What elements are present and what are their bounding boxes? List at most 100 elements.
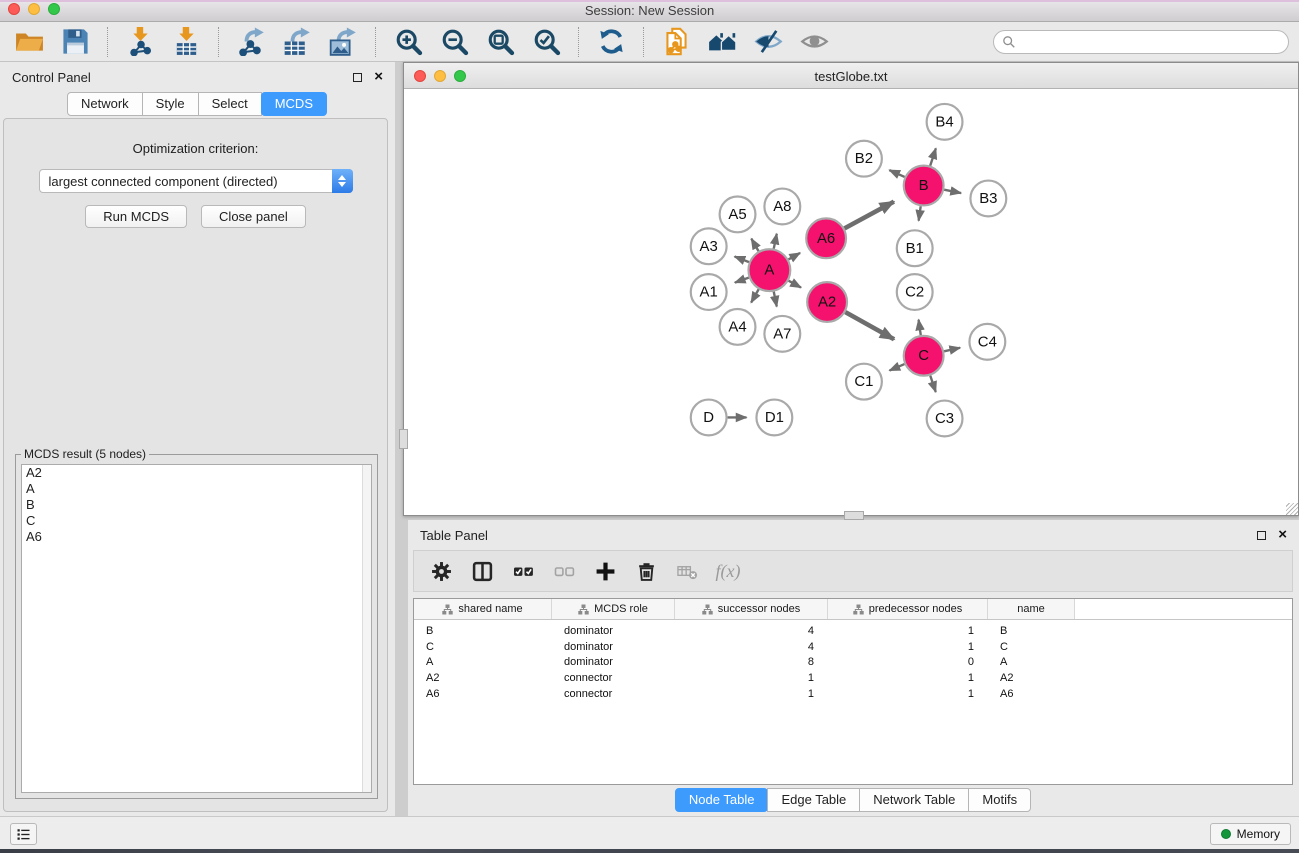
- edge-A-A2[interactable]: [789, 281, 801, 288]
- delete-table-button[interactable]: [675, 559, 699, 583]
- hide-graphics-details-button[interactable]: [751, 26, 785, 58]
- cell-successor-nodes[interactable]: 4: [675, 641, 828, 653]
- cell-predecessor-nodes[interactable]: 1: [828, 641, 988, 653]
- deselect-all-button[interactable]: [552, 559, 576, 583]
- column-header-mcds-role[interactable]: MCDS role: [552, 599, 675, 619]
- table-row[interactable]: A2connector11A2: [414, 670, 1292, 686]
- edge-C-C4[interactable]: [944, 348, 960, 352]
- edge-C-C1[interactable]: [890, 364, 905, 370]
- function-builder-button[interactable]: f(x): [716, 559, 740, 583]
- tab-edge-table[interactable]: Edge Table: [767, 788, 860, 812]
- left-splitter-grip[interactable]: [399, 429, 408, 449]
- cell-shared-name[interactable]: A: [414, 656, 552, 668]
- network-graph[interactable]: AA1A2A3A4A5A6A7A8BB1B2B3B4CC1C2C3C4DD1: [404, 90, 1298, 515]
- zoom-out-button[interactable]: [437, 26, 471, 58]
- cell-predecessor-nodes[interactable]: 1: [828, 672, 988, 684]
- zoom-fit-button[interactable]: [483, 26, 517, 58]
- export-table-button[interactable]: [280, 26, 314, 58]
- save-session-button[interactable]: [58, 26, 92, 58]
- task-history-button[interactable]: [10, 823, 37, 845]
- cell-name[interactable]: C: [988, 641, 1075, 653]
- close-panel-icon[interactable]: ×: [374, 72, 383, 82]
- edge-A-A5[interactable]: [751, 239, 758, 252]
- table-row[interactable]: Cdominator41C: [414, 639, 1292, 655]
- close-table-panel-icon[interactable]: ×: [1278, 530, 1287, 540]
- cell-successor-nodes[interactable]: 1: [675, 672, 828, 684]
- tab-motifs[interactable]: Motifs: [968, 788, 1031, 812]
- open-session-button[interactable]: [12, 26, 46, 58]
- column-header-successor-nodes[interactable]: successor nodes: [675, 599, 828, 619]
- edge-C-C3[interactable]: [930, 376, 935, 392]
- settings-button[interactable]: [429, 559, 453, 583]
- mcds-result-list[interactable]: A2ABCA6: [21, 464, 372, 793]
- table-row[interactable]: Bdominator41B: [414, 623, 1292, 639]
- select-stepper-icon[interactable]: [332, 169, 353, 193]
- edge-A-A4[interactable]: [751, 289, 758, 302]
- show-graphics-details-button[interactable]: [797, 26, 831, 58]
- table-row[interactable]: Adominator80A: [414, 654, 1292, 670]
- cell-mcds-role[interactable]: dominator: [552, 656, 675, 668]
- cell-name[interactable]: B: [988, 625, 1075, 637]
- cell-successor-nodes[interactable]: 4: [675, 625, 828, 637]
- cell-shared-name[interactable]: A6: [414, 688, 552, 700]
- apply-layout-button[interactable]: [594, 26, 628, 58]
- criterion-select[interactable]: largest connected component (directed): [39, 169, 353, 193]
- column-header-shared-name[interactable]: shared name: [414, 599, 552, 619]
- cell-predecessor-nodes[interactable]: 1: [828, 688, 988, 700]
- tab-select[interactable]: Select: [198, 92, 262, 116]
- add-row-button[interactable]: [593, 559, 617, 583]
- cell-shared-name[interactable]: A2: [414, 672, 552, 684]
- network-canvas[interactable]: AA1A2A3A4A5A6A7A8BB1B2B3B4CC1C2C3C4DD1: [404, 90, 1298, 515]
- cell-shared-name[interactable]: C: [414, 641, 552, 653]
- cell-mcds-role[interactable]: connector: [552, 672, 675, 684]
- tab-network-table[interactable]: Network Table: [859, 788, 969, 812]
- mcds-result-item[interactable]: C: [22, 513, 371, 529]
- tab-mcds[interactable]: MCDS: [261, 92, 327, 116]
- cell-successor-nodes[interactable]: 1: [675, 688, 828, 700]
- mcds-result-item[interactable]: A6: [22, 529, 371, 545]
- zoom-selected-button[interactable]: [529, 26, 563, 58]
- open-browser-button[interactable]: [705, 26, 739, 58]
- cell-mcds-role[interactable]: connector: [552, 688, 675, 700]
- mcds-result-item[interactable]: A2: [22, 465, 371, 481]
- column-header-predecessor-nodes[interactable]: predecessor nodes: [828, 599, 988, 619]
- memory-button[interactable]: Memory: [1210, 823, 1291, 845]
- edge-A6-B[interactable]: [845, 202, 894, 229]
- result-scrollbar[interactable]: [362, 465, 371, 792]
- show-column-button[interactable]: [470, 559, 494, 583]
- tab-style[interactable]: Style: [142, 92, 199, 116]
- table-row[interactable]: A6connector11A6: [414, 686, 1292, 702]
- cell-mcds-role[interactable]: dominator: [552, 641, 675, 653]
- run-mcds-button[interactable]: Run MCDS: [85, 205, 187, 228]
- cell-successor-nodes[interactable]: 8: [675, 656, 828, 668]
- edge-C-C2[interactable]: [919, 320, 921, 335]
- import-table-from-file-button[interactable]: [169, 26, 203, 58]
- mcds-result-item[interactable]: A: [22, 481, 371, 497]
- tab-network[interactable]: Network: [67, 92, 143, 116]
- close-panel-button[interactable]: Close panel: [201, 205, 306, 228]
- import-network-from-file-button[interactable]: [123, 26, 157, 58]
- float-table-panel-icon[interactable]: [1257, 531, 1266, 540]
- select-all-button[interactable]: [511, 559, 535, 583]
- cell-mcds-role[interactable]: dominator: [552, 625, 675, 637]
- edge-B-B3[interactable]: [944, 190, 961, 193]
- cell-name[interactable]: A2: [988, 672, 1075, 684]
- zoom-in-button[interactable]: [391, 26, 425, 58]
- float-panel-icon[interactable]: [353, 73, 362, 82]
- cell-name[interactable]: A: [988, 656, 1075, 668]
- edge-B-B4[interactable]: [930, 148, 936, 165]
- cell-name[interactable]: A6: [988, 688, 1075, 700]
- bottom-splitter-grip[interactable]: [844, 511, 864, 520]
- edge-A2-C[interactable]: [845, 312, 894, 339]
- delete-row-button[interactable]: [634, 559, 658, 583]
- edge-B-B1[interactable]: [919, 206, 921, 220]
- edge-B-B2[interactable]: [889, 170, 904, 177]
- cell-predecessor-nodes[interactable]: 0: [828, 656, 988, 668]
- column-header-name[interactable]: name: [988, 599, 1075, 619]
- network-window-titlebar[interactable]: testGlobe.txt: [404, 63, 1298, 89]
- cell-shared-name[interactable]: B: [414, 625, 552, 637]
- search-box[interactable]: [993, 30, 1289, 54]
- export-image-button[interactable]: [326, 26, 360, 58]
- window-resize-grip[interactable]: [1286, 503, 1298, 515]
- mcds-result-item[interactable]: B: [22, 497, 371, 513]
